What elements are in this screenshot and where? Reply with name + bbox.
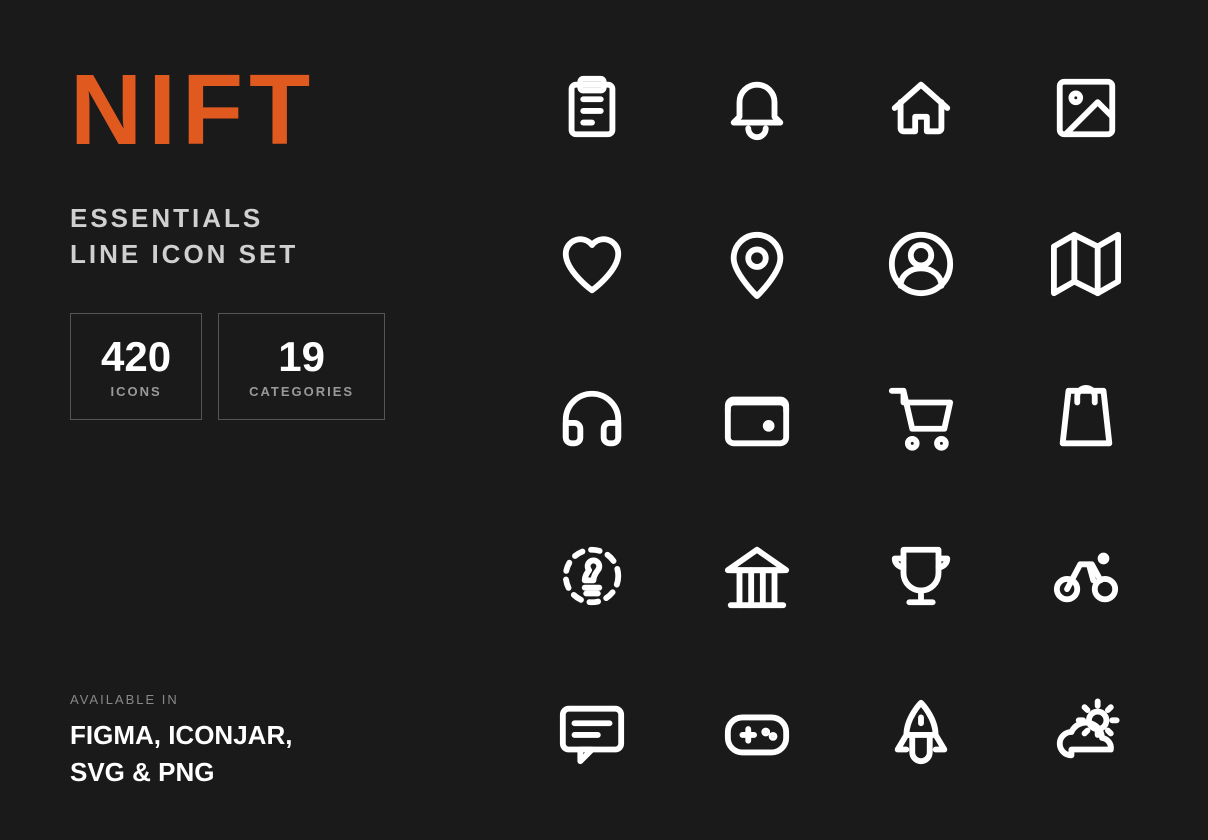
icon-location (692, 199, 822, 329)
icon-user (856, 199, 986, 329)
left-panel: NIFT ESSENTIALS LINE ICON SET 420 ICONS … (0, 0, 470, 840)
icon-trophy (856, 511, 986, 641)
icon-map (1021, 199, 1151, 329)
stat-label-icons: ICONS (110, 384, 161, 399)
icon-cart (856, 355, 986, 485)
logo: NIFT (70, 60, 400, 160)
icon-grid (470, 0, 1208, 840)
icon-heart (527, 199, 657, 329)
icon-image (1021, 43, 1151, 173)
icon-home (856, 43, 986, 173)
logo-letter-n: N (70, 54, 148, 166)
icon-bag (1021, 355, 1151, 485)
stats-row: 420 ICONS 19 CATEGORIES (70, 313, 400, 420)
icon-headphones (527, 355, 657, 485)
stat-box-categories: 19 CATEGORIES (218, 313, 385, 420)
subtitle: ESSENTIALS LINE ICON SET (70, 200, 400, 273)
icon-wallet (692, 355, 822, 485)
formats-text: FIGMA, ICONJAR,SVG & PNG (70, 717, 400, 790)
icon-clipboard (527, 43, 657, 173)
icon-lightbulb (527, 511, 657, 641)
icon-bank (692, 511, 822, 641)
stat-label-categories: CATEGORIES (249, 384, 354, 399)
stat-box-icons: 420 ICONS (70, 313, 202, 420)
available-in-label: AVAILABLE IN (70, 692, 400, 707)
icon-chat (527, 667, 657, 797)
icon-cloud-sun (1021, 667, 1151, 797)
logo-letter-f: F (182, 54, 249, 166)
icon-gamepad (692, 667, 822, 797)
icon-bell (692, 43, 822, 173)
stat-number-categories: 19 (278, 334, 325, 380)
logo-letter-t: T (249, 54, 316, 166)
subtitle-line1: ESSENTIALS (70, 200, 400, 236)
logo-letter-i: I (148, 54, 182, 166)
icon-bicycle (1021, 511, 1151, 641)
stat-number-icons: 420 (101, 334, 171, 380)
icon-rocket (856, 667, 986, 797)
subtitle-line2: LINE ICON SET (70, 236, 400, 272)
